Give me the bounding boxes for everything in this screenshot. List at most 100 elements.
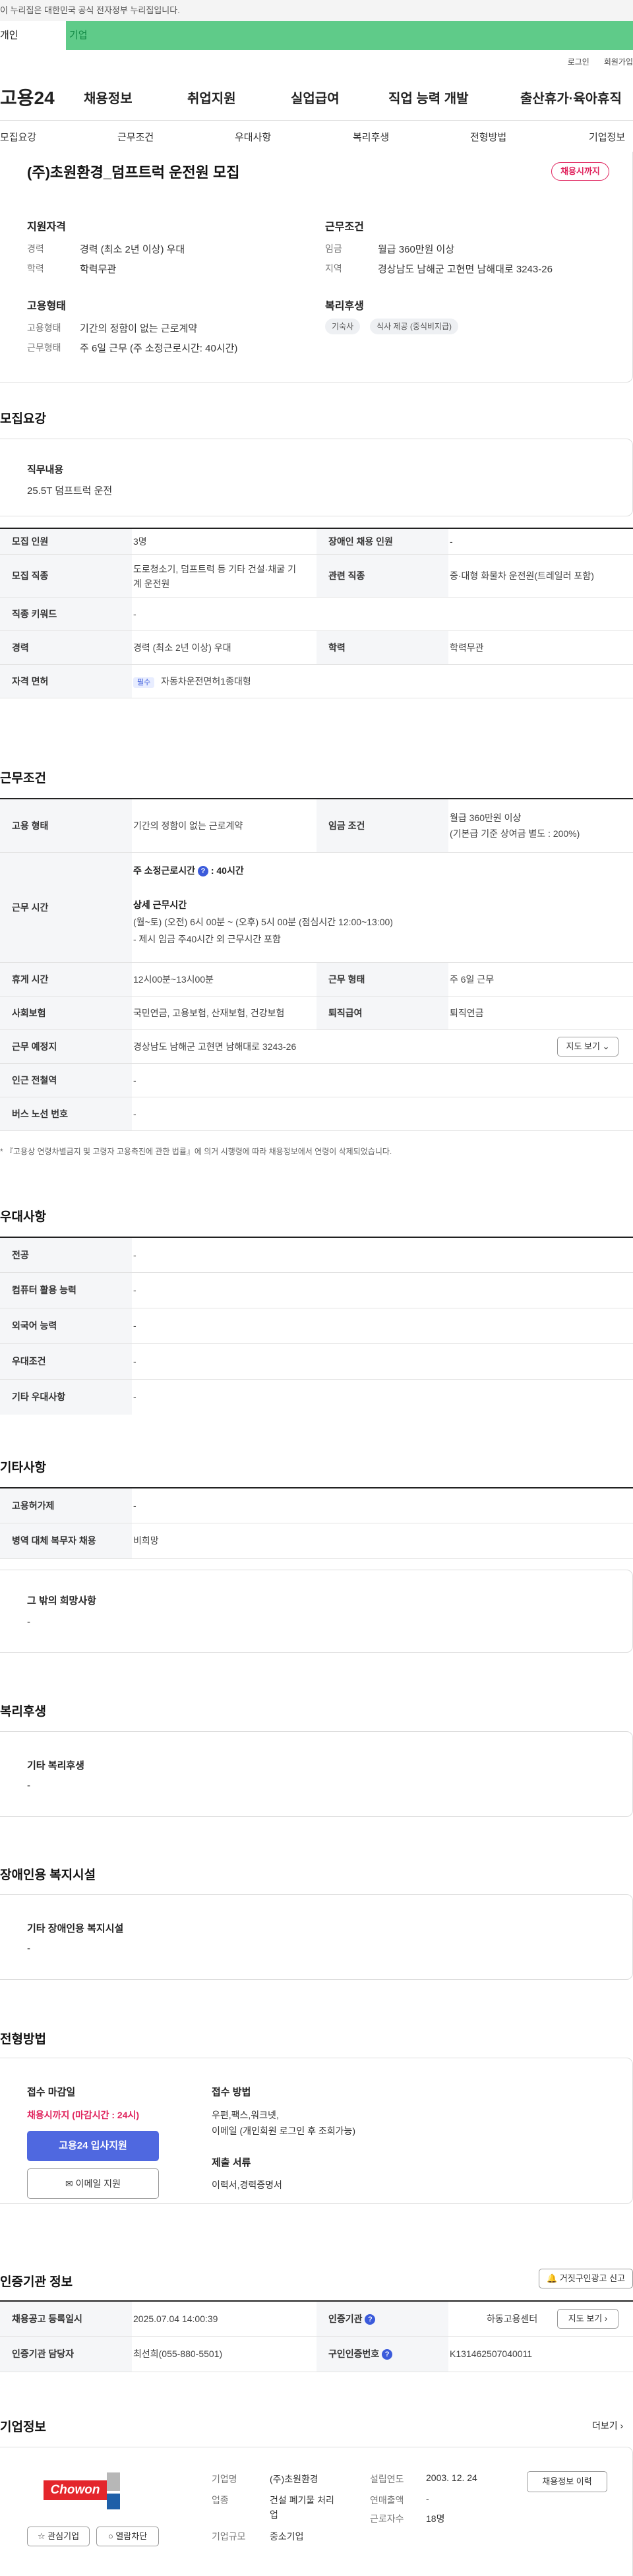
table-row-value: 도로청소기, 덤프트럭 등 기타 건설·채굴 기 [133, 564, 296, 574]
company-logo-text: Chowon [44, 2480, 107, 2500]
license-value: 자동차운전면허1종대형 [161, 676, 251, 687]
company-name-value: (주)초원환경 [270, 2474, 318, 2484]
hours-label: 주 소정근로시간 [133, 865, 196, 876]
table-row-value: 경상남도 남해군 고현면 남해대로 3243-26 [133, 1041, 297, 1052]
welfare-chip: 기숙사 [325, 319, 361, 334]
report-button[interactable]: 🔔 거짓구인광고 신고 [539, 2269, 633, 2288]
more-link[interactable]: 더보기 › [592, 2419, 623, 2432]
cert-no-label-text: 구인인증번호 [328, 2348, 380, 2359]
hours-detail-2: - 제시 임금 주40시간 외 근무시간 포함 [133, 934, 281, 944]
wage-label: 임금 [325, 243, 342, 254]
education-value: 학력무관 [80, 264, 117, 275]
deadline-value: 채용시까지 (마감시간 : 24시) [27, 2110, 140, 2120]
table-row-label: 인근 전철역 [0, 1064, 132, 1097]
required-tag: 필수 [133, 677, 155, 688]
other-wish-value: - [27, 1616, 30, 1628]
cert-heading: 인증기관 정보 [0, 2275, 73, 2289]
tab-corporate[interactable]: 기업 [66, 21, 633, 50]
map-button[interactable]: 지도 보기 ⌄ [557, 1037, 618, 1057]
welfare-value: - [27, 1780, 30, 1791]
gnb-item-leave[interactable]: 출산휴가·육아휴직 [520, 88, 622, 107]
recruit-heading: 모집요강 [0, 412, 46, 426]
block-company-button[interactable]: ○ 열람차단 [96, 2527, 159, 2546]
apply-card: 접수 마감일 채용시까지 (마감시간 : 24시) 고용24 입사지원 ✉ 이메… [0, 2058, 633, 2204]
chevron-right-icon: › [620, 2420, 624, 2431]
welfare-label: 기타 복리후생 [27, 1760, 84, 1771]
table-row-label: 우대조건 [0, 1344, 132, 1379]
table-row-label: 병역 대체 복무자 채용 [0, 1523, 132, 1558]
work-form-label: 근무형태 [27, 342, 61, 353]
method-value-1: 우편,팩스,워크넷, [212, 2110, 279, 2120]
help-icon[interactable]: ? [197, 866, 208, 877]
chevron-down-icon: ⌄ [602, 1041, 610, 1051]
gnb-item-jobs[interactable]: 채용정보 [84, 88, 187, 107]
table-row-label: 컴퓨터 활용 능력 [0, 1273, 132, 1308]
table-row-label: 고용 형태 [0, 799, 132, 852]
employment-type-label: 고용형태 [27, 322, 61, 333]
table-row-value: 3명 [133, 536, 147, 547]
table-row-value: 필수 자동차운전면허1종대형 [133, 665, 251, 699]
table-row-value: - [450, 536, 453, 547]
org-map-button[interactable]: 지도 보기 › [557, 2309, 618, 2329]
hiring-history-button[interactable]: 채용정보 이력 [527, 2471, 607, 2492]
table-row-label: 임금 조건 [316, 799, 448, 852]
welfare-heading: 복리후생 [325, 301, 364, 312]
gnb-item-employment[interactable]: 취업지원 [187, 88, 291, 107]
login-link[interactable]: 로그인 [568, 57, 589, 67]
method-value-2: 이메일 (개인회원 로그인 후 조회가능) [212, 2126, 356, 2136]
email-apply-button[interactable]: ✉ 이메일 지원 [27, 2168, 159, 2199]
join-link[interactable]: 회원가입 [604, 57, 633, 67]
table-row-label: 근무 시간 [0, 853, 132, 962]
table-row-value: 주 6일 근무 [450, 974, 495, 985]
misc-table: 고용허가제 - 병역 대체 복무자 채용 비희망 [0, 1487, 633, 1560]
tab-preferences[interactable]: 우대사항 [235, 130, 271, 144]
table-row-value: - [133, 1392, 136, 1402]
favorite-company-button[interactable]: ☆ 관심기업 [27, 2527, 90, 2546]
table-row-label: 퇴직급여 [316, 997, 448, 1029]
tab-welfare[interactable]: 복리후생 [353, 130, 389, 144]
hours-detail-1: (월~토) (오전) 6시 00분 ~ (오후) 5시 00분 (점심시간 12… [133, 917, 393, 927]
help-icon[interactable]: ? [382, 2349, 393, 2360]
industry-label: 업종 [212, 2495, 229, 2505]
method-label: 접수 방법 [212, 2087, 251, 2098]
table-row-label: 기타 우대사항 [0, 1380, 132, 1415]
apply-button[interactable]: 고용24 입사지원 [27, 2131, 159, 2161]
site-logo[interactable]: 고용24 [0, 84, 84, 110]
table-row-label: 근무 예정지 [0, 1030, 132, 1063]
table-row-value: - [133, 1075, 136, 1086]
employees-label: 근로자수 [370, 2513, 404, 2524]
table-row-value: 국민연금, 고용보험, 산재보험, 건강보험 [133, 1008, 285, 1018]
gnb-item-training[interactable]: 직업 능력 개발 [388, 88, 520, 107]
region-label: 지역 [325, 263, 342, 274]
org-label-text: 인증기관 [328, 2314, 363, 2324]
tab-recruit[interactable]: 모집요강 [0, 130, 36, 144]
age-notice: * 『고용상 연령차별금지 및 고령자 고용촉진에 관한 법률』에 의거 시행령… [0, 1147, 392, 1156]
table-row-label: 전공 [0, 1238, 132, 1272]
sales-value: - [426, 2494, 429, 2504]
table-row-label: 자격 면허 [0, 665, 132, 698]
industry-value-1: 건설 폐기물 처리 [270, 2495, 334, 2505]
table-row-value: - [133, 1285, 136, 1295]
tab-selection[interactable]: 전형방법 [470, 130, 506, 144]
table-row-label: 외국어 능력 [0, 1308, 132, 1343]
logo-mark [107, 2472, 120, 2491]
employees-value: 18명 [426, 2513, 445, 2524]
tab-conditions[interactable]: 근무조건 [117, 130, 154, 144]
table-row-label: 인증기관 담당자 [0, 2337, 132, 2372]
table-row-value: K131462507040011 [450, 2348, 533, 2359]
table-row-label: 사회보험 [0, 997, 132, 1029]
disability-value: - [27, 1943, 30, 1954]
tab-personal[interactable]: 개인 [0, 21, 66, 50]
table-row-label: 학력 [316, 631, 448, 664]
table-row-value: - [133, 1109, 136, 1119]
gnb-item-benefit[interactable]: 실업급여 [291, 88, 388, 107]
founded-label: 설립연도 [370, 2474, 404, 2484]
docs-value: 이력서,경력증명서 [212, 2180, 282, 2190]
report-label: 거짓구인광고 신고 [559, 2273, 626, 2283]
region-value: 경상남도 남해군 고현면 남해대로 3243-26 [378, 264, 553, 275]
logo-mark [107, 2494, 120, 2509]
table-row-value: 12시00분~13시00분 [133, 974, 214, 985]
help-icon[interactable]: ? [365, 2314, 376, 2325]
founded-value: 2003. 12. 24 [426, 2472, 477, 2483]
tab-company[interactable]: 기업정보 [589, 130, 625, 144]
